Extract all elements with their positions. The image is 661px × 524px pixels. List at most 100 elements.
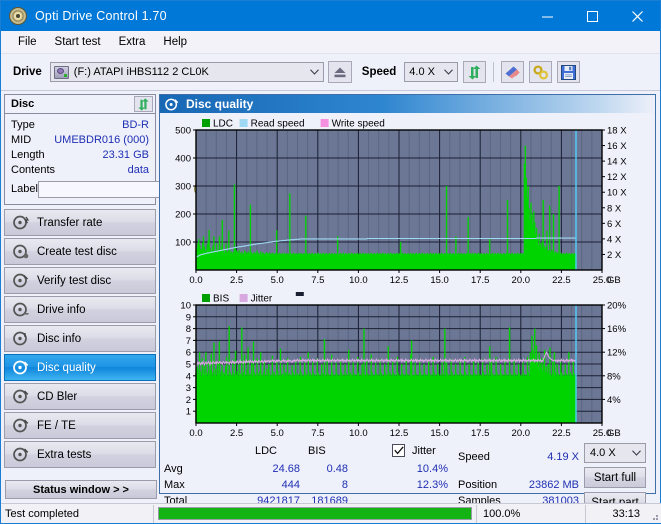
svg-text:7.5: 7.5 <box>311 428 324 439</box>
svg-text:6: 6 <box>186 348 191 359</box>
svg-text:16 X: 16 X <box>607 141 627 152</box>
sidebar-item-cd-bler[interactable]: CD Bler <box>4 383 156 410</box>
svg-text:7.5: 7.5 <box>311 275 324 286</box>
svg-text:Write speed: Write speed <box>332 119 385 130</box>
disc-row-length-value: 23.31 GB <box>102 148 149 161</box>
stats-max-ldc: 444 <box>281 479 300 491</box>
resize-grip-icon[interactable] <box>648 510 659 521</box>
disc-burn-icon <box>12 244 29 260</box>
jitter-label: Jitter <box>412 445 436 457</box>
svg-text:12.5: 12.5 <box>390 275 409 286</box>
speed-select[interactable]: 4.0 X <box>404 62 459 82</box>
svg-text:14 X: 14 X <box>607 157 627 168</box>
chevron-down-icon <box>628 450 645 456</box>
chevron-down-icon <box>306 69 323 75</box>
disc-quality-panel: Disc quality 100 200 300 400 500 2 X 4 X 6 X 8 X… <box>159 94 656 513</box>
disc-refresh-button[interactable] <box>134 96 153 112</box>
svg-text:100: 100 <box>175 238 191 249</box>
svg-text:3: 3 <box>186 383 191 394</box>
optical-drive-icon <box>53 65 69 79</box>
svg-text:2.5: 2.5 <box>230 428 243 439</box>
speed-select-value: 4.0 X <box>409 66 435 78</box>
sidebar-item-extra-tests[interactable]: Extra tests <box>4 441 156 468</box>
disc-quality-icon <box>12 360 29 376</box>
stats-row-max-key: Max <box>164 479 185 491</box>
disc-row-mid: MID UMEBDR016 (000) <box>11 132 149 147</box>
sidebar-item-transfer-rate[interactable]: Transfer rate <box>4 209 156 236</box>
svg-text:4: 4 <box>186 371 191 382</box>
svg-text:10.0: 10.0 <box>349 428 368 439</box>
svg-text:12.5: 12.5 <box>390 428 409 439</box>
svg-text:1: 1 <box>186 407 191 418</box>
app-disc-icon <box>9 7 27 25</box>
save-button[interactable] <box>557 61 581 83</box>
maximize-button[interactable] <box>570 1 615 31</box>
svg-text:20.0: 20.0 <box>512 428 531 439</box>
sidebar-item-verify-test-disc[interactable]: Verify test disc <box>4 267 156 294</box>
jitter-checkbox[interactable] <box>392 444 405 457</box>
main-panel: Disc quality 100 200 300 400 500 2 X 4 X 6 X 8 X… <box>159 91 660 513</box>
settings-button[interactable] <box>529 61 553 83</box>
svg-text:2.5: 2.5 <box>230 275 243 286</box>
stats-position-value: 23862 MB <box>528 479 579 491</box>
progress-percent: 100.0% <box>483 507 521 520</box>
menu-help[interactable]: Help <box>154 34 196 50</box>
stats-avg-bis: 0.48 <box>326 463 348 475</box>
ldc-chart[interactable]: 100 200 300 400 500 2 X 4 X 6 X 8 X 10 X 12 X 14 X 1… <box>160 113 655 288</box>
svg-text:200: 200 <box>175 210 191 221</box>
svg-text:15.0: 15.0 <box>430 275 449 286</box>
progress-bar <box>158 507 472 520</box>
sidebar-nav: Transfer rate Create test disc Verify te… <box>4 209 156 468</box>
stats-position-key: Position <box>458 479 498 491</box>
status-window-button[interactable]: Status window > > <box>5 480 157 499</box>
disc-label-key: Label <box>11 183 38 195</box>
svg-text:20.0: 20.0 <box>512 275 531 286</box>
erase-button[interactable] <box>501 61 525 83</box>
sidebar-item-fe-te[interactable]: FE / TE <box>4 412 156 439</box>
menu-file[interactable]: File <box>9 34 46 50</box>
svg-text:4%: 4% <box>607 395 621 406</box>
bis-jitter-chart-svg: 12345678910 4% 8% 12% 16% 20% 0.0 2.5 5.0 7.5 10.0… <box>180 292 627 439</box>
fe-te-icon <box>12 418 29 434</box>
eject-button[interactable] <box>327 61 352 83</box>
sidebar-item-disc-info[interactable]: Disc info <box>4 325 156 352</box>
title-bar: Opti Drive Control 1.70 <box>1 1 660 31</box>
disc-quality-header: Disc quality <box>160 95 655 113</box>
menu-extra[interactable]: Extra <box>110 34 155 50</box>
svg-text:4 X: 4 X <box>607 234 622 245</box>
status-divider <box>153 504 154 523</box>
close-button[interactable] <box>615 1 660 31</box>
stats-avg-ldc: 24.68 <box>272 463 300 475</box>
disc-panel-title: Disc <box>11 98 35 110</box>
app-window: Opti Drive Control 1.70 File Start test … <box>0 0 661 524</box>
test-speed-value: 4.0 X <box>590 447 616 459</box>
stats-max-bis: 8 <box>341 479 348 491</box>
sidebar: Disc Type BD-R MID UMEBDR016 (000) Lengt… <box>1 91 212 494</box>
stats-col-bis: BIS <box>308 445 326 457</box>
test-speed-select[interactable]: 4.0 X <box>584 443 646 463</box>
disc-row-length: Length 23.31 GB <box>11 147 149 162</box>
sidebar-item-disc-quality[interactable]: Disc quality <box>4 354 156 381</box>
svg-text:2 X: 2 X <box>607 250 622 261</box>
svg-text:Read speed: Read speed <box>251 119 305 130</box>
svg-text:500: 500 <box>175 126 191 137</box>
bis-jitter-chart[interactable]: 1 2 3 4 5 6 7 8 9 10 4% 8% 12% 16% 20% 0.0 2.5 5.0 7.5 10.0… <box>160 288 655 441</box>
disc-quality-title: Disc quality <box>186 97 254 111</box>
status-bar: Test completed 100.0% 33:13 <box>1 503 661 523</box>
drive-select[interactable]: (F:) ATAPI iHBS112 2 CL0K <box>49 62 324 82</box>
svg-text:2: 2 <box>186 395 191 406</box>
svg-text:10.0: 10.0 <box>349 275 368 286</box>
sidebar-item-create-test-disc[interactable]: Create test disc <box>4 238 156 265</box>
disc-row-mid-value: UMEBDR016 (000) <box>54 133 149 146</box>
refresh-button[interactable] <box>463 61 487 83</box>
stats-avg-jitter: 10.4% <box>416 463 448 475</box>
svg-text:22.5: 22.5 <box>552 428 571 439</box>
start-full-button[interactable]: Start full <box>584 467 646 488</box>
minimize-button[interactable] <box>525 1 570 31</box>
speed-label: Speed <box>361 66 397 78</box>
sidebar-item-label: Verify test disc <box>37 274 112 287</box>
sidebar-item-drive-info[interactable]: Drive info <box>4 296 156 323</box>
menu-start-test[interactable]: Start test <box>46 34 110 50</box>
sidebar-item-label: Disc info <box>37 332 82 345</box>
svg-text:12 X: 12 X <box>607 172 627 183</box>
